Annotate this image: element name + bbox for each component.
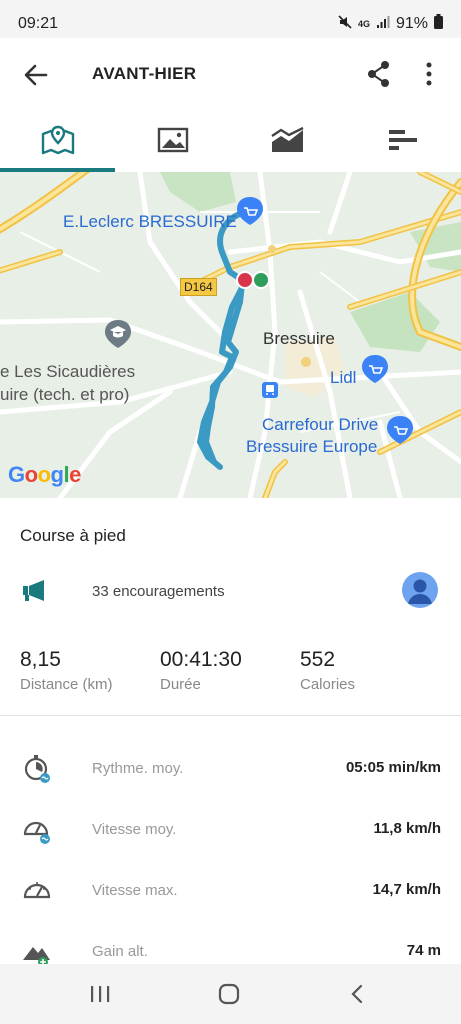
metric-row-pace: Rythme. moy. 05:05 min/km: [0, 749, 461, 789]
metric-label: Gain alt.: [92, 943, 148, 960]
signal-icon: [376, 15, 390, 34]
map-label-lidl: Lidl: [330, 368, 357, 387]
road-badge: D164: [180, 278, 217, 296]
pace-icon: [24, 755, 50, 783]
map-label-city: Bressuire: [263, 329, 335, 348]
map-poi-dot: [268, 245, 276, 253]
stat-distance: 8,15 Distance (km): [20, 648, 113, 693]
recent-apps-button[interactable]: [80, 978, 120, 1010]
tab-stats[interactable]: [346, 108, 461, 172]
status-time: 09:21: [18, 15, 59, 32]
map-label-leclerc: E.Leclerc BRESSUIRE: [63, 212, 237, 231]
share-icon: [368, 61, 389, 87]
share-button[interactable]: [361, 56, 397, 92]
more-options-button[interactable]: [411, 56, 447, 92]
metric-row-max-speed: Vitesse max. 14,7 km/h: [0, 871, 461, 911]
tab-map[interactable]: [0, 108, 116, 172]
divider: [0, 715, 461, 716]
elevation-gain-icon: [23, 947, 50, 966]
metric-label: Vitesse max.: [92, 882, 178, 899]
tab-graphs[interactable]: [231, 108, 346, 172]
tab-photos[interactable]: [115, 108, 230, 172]
cheers-count[interactable]: 33 encouragements: [92, 583, 225, 600]
more-vert-icon: [426, 62, 432, 86]
map-pin-icon: [41, 125, 74, 155]
stat-calories-value: 552: [300, 648, 336, 671]
metric-label: Vitesse moy.: [92, 821, 177, 838]
google-logo: Google: [8, 462, 81, 487]
image-icon: [157, 127, 189, 153]
battery-icon: [434, 14, 443, 34]
user-icon: [408, 579, 432, 604]
route-start-marker: [252, 271, 270, 289]
stat-duration-value: 00:41:30: [160, 648, 242, 671]
metric-label: Rythme. moy.: [92, 760, 184, 777]
home-button[interactable]: [209, 978, 249, 1010]
train-station-icon: [262, 382, 278, 398]
map-label-carrefour-1: Carrefour Drive: [262, 415, 379, 434]
arrow-back-icon: [24, 64, 48, 86]
stat-distance-value: 8,15: [20, 648, 61, 671]
metric-value: 74 m: [406, 942, 441, 959]
chevron-left-icon: [351, 984, 363, 1004]
speedometer-max-icon: [23, 882, 51, 899]
map-poi-dot: [301, 357, 311, 367]
megaphone-icon[interactable]: [22, 578, 50, 604]
activity-type: Course à pied: [20, 526, 126, 545]
map-label-carrefour-2: Bressuire Europe: [246, 437, 378, 456]
stat-duration-label: Durée: [160, 676, 201, 693]
page-title: AVANT-HIER: [92, 64, 197, 83]
map-label-school-1: e Les Sicaudières: [0, 362, 136, 381]
mute-icon: [338, 14, 352, 34]
speedometer-avg-icon: [23, 821, 50, 844]
stat-calories-label: Calories: [300, 676, 356, 693]
tab-bar: [0, 108, 461, 172]
status-bar: 09:21 4G 91%: [0, 0, 461, 38]
route-end-marker: [236, 271, 254, 289]
system-nav-bar: [0, 964, 461, 1024]
network-type: 4G: [357, 18, 370, 29]
battery-level: 91%: [395, 15, 428, 32]
app-bar: AVANT-HIER: [0, 38, 461, 108]
home-icon: [218, 983, 240, 1005]
status-icons: 4G 91%: [338, 14, 443, 34]
back-nav-button[interactable]: [338, 978, 378, 1010]
chart-icon: [271, 126, 304, 152]
map-label-school-2: uire (tech. et pro): [0, 385, 130, 404]
metric-value: 05:05 min/km: [345, 759, 441, 776]
stat-calories: 552 Calories: [300, 648, 355, 693]
avatar[interactable]: [402, 572, 438, 608]
stat-duration: 00:41:30 Durée: [160, 648, 242, 693]
metric-value: 11,8 km/h: [373, 820, 441, 837]
metric-value: 14,7 km/h: [372, 881, 441, 898]
metric-row-avg-speed: Vitesse moy. 11,8 km/h: [0, 810, 461, 850]
route-map[interactable]: E.Leclerc BRESSUIRE D164 Bressuire e Les…: [0, 172, 461, 498]
bars-icon: [389, 130, 418, 150]
recent-apps-icon: [91, 986, 110, 1002]
stat-distance-label: Distance (km): [20, 676, 113, 693]
back-button[interactable]: [16, 55, 56, 95]
